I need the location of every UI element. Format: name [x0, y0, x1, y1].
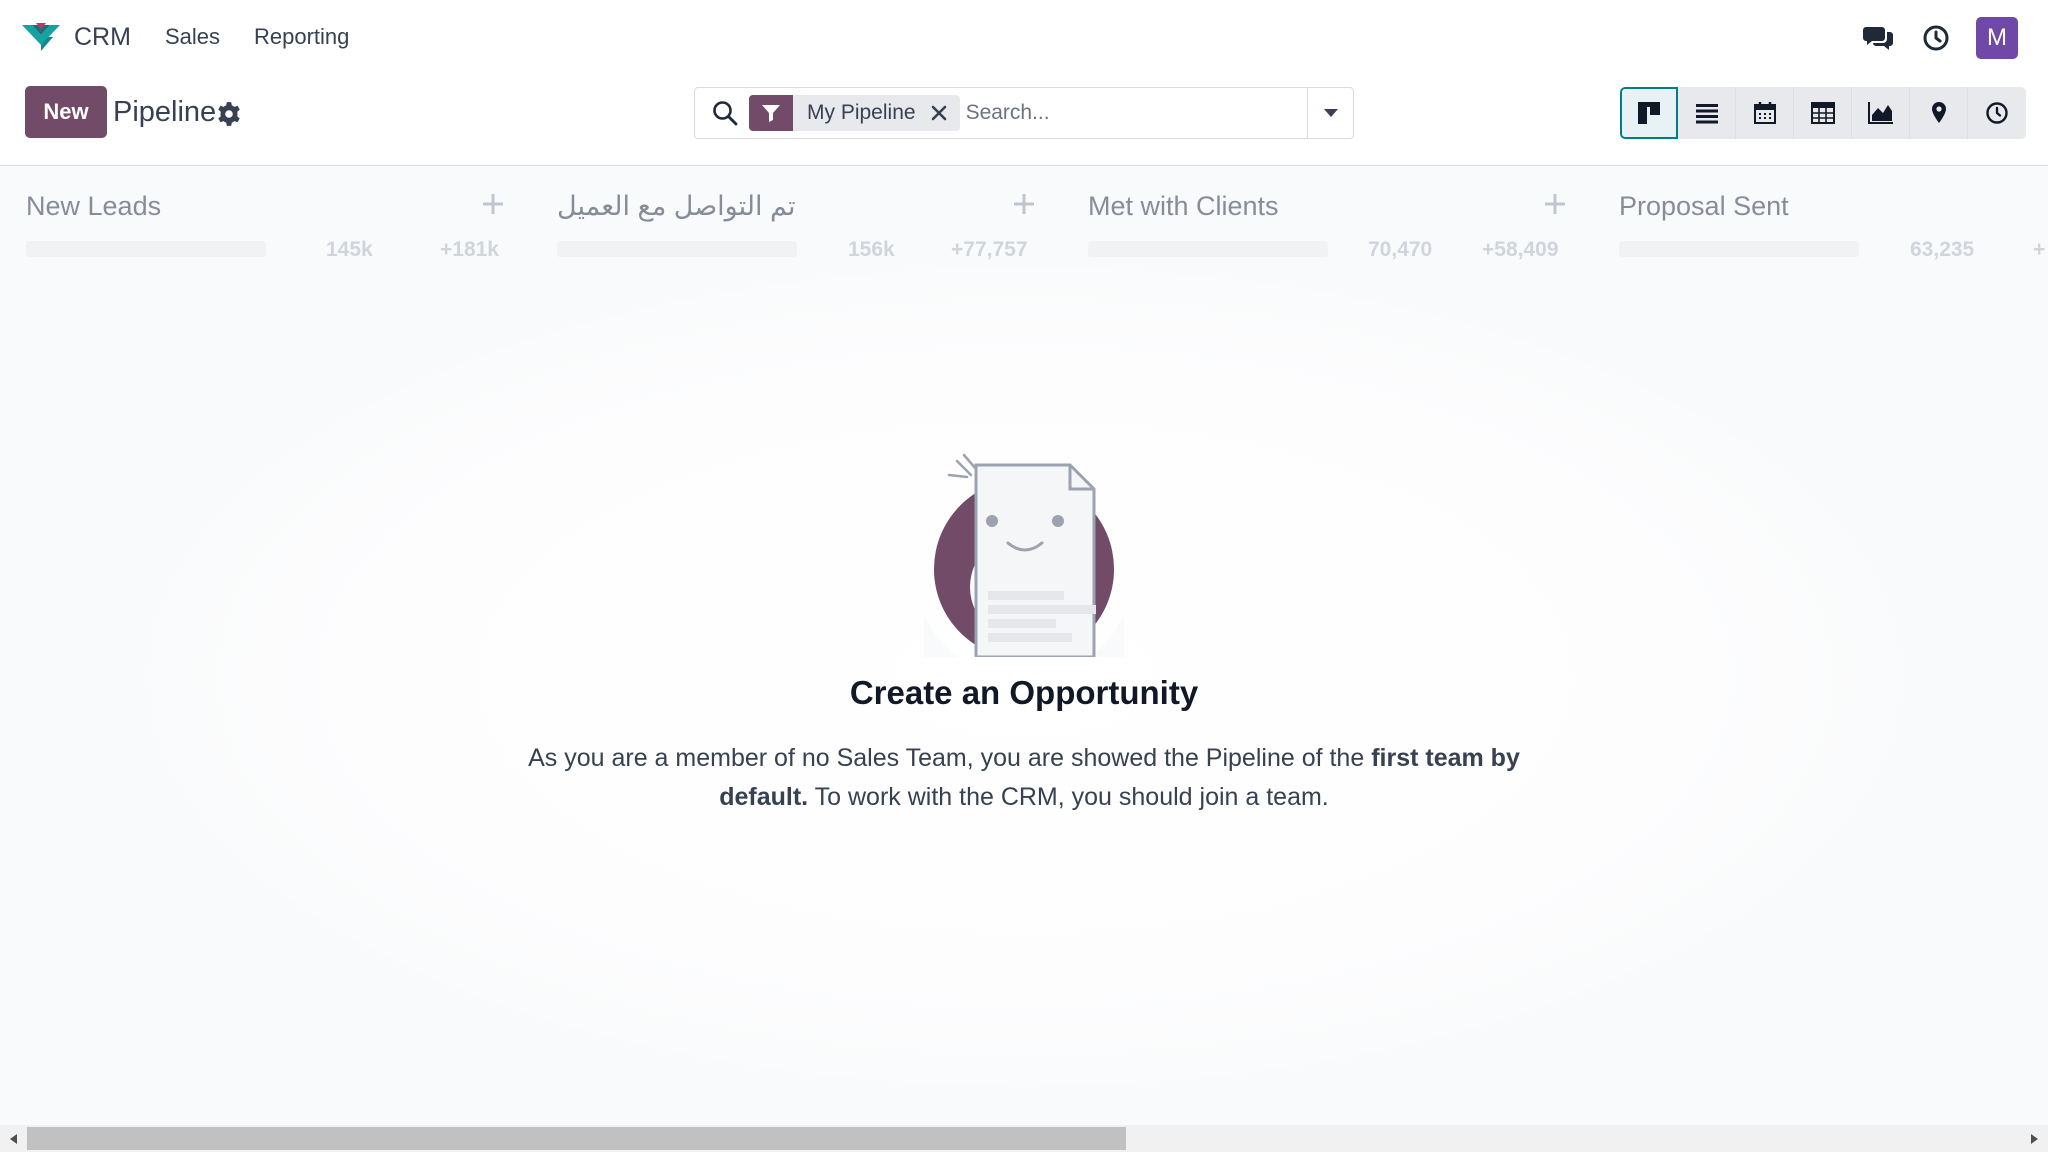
close-icon[interactable]: [926, 100, 952, 126]
crm-logo-icon[interactable]: [20, 21, 62, 53]
table-icon: [1810, 102, 1835, 124]
nav-sales[interactable]: Sales: [165, 24, 220, 50]
progress-bar: [26, 241, 266, 257]
control-panel: New Pipeline My Pipeline: [0, 74, 2048, 166]
area-chart-icon: [1867, 102, 1893, 124]
plus-icon[interactable]: [1011, 191, 1037, 217]
kanban-column-met-clients: Met with Clients 70,470 +58,409: [1062, 167, 1568, 287]
empty-state-title: Create an Opportunity: [849, 674, 1199, 711]
search-facet: My Pipeline: [749, 95, 960, 131]
column-extra: +181k: [440, 238, 499, 261]
kanban-column-proposal-sent: Proposal Sent 63,235 +: [1593, 167, 2048, 287]
app-name[interactable]: CRM: [74, 23, 131, 52]
filter-icon: [749, 95, 793, 131]
kanban-icon: [1638, 102, 1660, 124]
kanban-column-new-leads: New Leads 145k +181k: [0, 167, 506, 287]
empty-text-part2: To work with the CRM, you should join a …: [808, 783, 1329, 811]
column-extra: +77,757: [951, 238, 1028, 261]
scrollbar-thumb[interactable]: [27, 1127, 1126, 1150]
plus-icon[interactable]: [1542, 191, 1568, 217]
map-pin-icon: [1931, 102, 1946, 123]
calendar-icon: [1753, 102, 1776, 124]
kanban-board: New Leads 145k +181k تم التواصل مع العمي…: [0, 167, 2048, 1125]
scroll-right-icon[interactable]: [2025, 1129, 2043, 1149]
navbar-systray: M: [1860, 17, 2018, 59]
list-icon: [1695, 104, 1718, 124]
nav-reporting[interactable]: Reporting: [254, 24, 349, 50]
view-pivot[interactable]: [1794, 87, 1852, 139]
clock-icon: [1986, 102, 2008, 124]
document-smile-illustration: [924, 453, 1124, 657]
view-graph[interactable]: [1852, 87, 1910, 139]
column-sum: 156k: [848, 238, 895, 261]
clock-icon[interactable]: [1918, 20, 1954, 56]
user-avatar[interactable]: M: [1976, 17, 2018, 59]
column-sum: 63,235: [1910, 238, 1975, 261]
page-title[interactable]: Pipeline: [113, 96, 216, 129]
column-extra: +: [2033, 238, 2046, 261]
top-navbar: CRM Sales Reporting M: [0, 0, 2048, 74]
search-options-toggle[interactable]: [1307, 88, 1353, 138]
view-map[interactable]: [1910, 87, 1968, 139]
new-button[interactable]: New: [25, 86, 107, 138]
chat-icon[interactable]: [1860, 20, 1896, 56]
progress-bar: [1619, 241, 1859, 257]
column-sum: 145k: [326, 238, 373, 261]
search-bar: My Pipeline: [694, 87, 1354, 139]
column-title[interactable]: Met with Clients: [1088, 191, 1279, 222]
column-sum: 70,470: [1368, 238, 1433, 261]
empty-text-part1: As you are a member of no Sales Team, yo…: [528, 744, 1372, 772]
view-list[interactable]: [1678, 87, 1736, 139]
progress-bar: [1088, 241, 1328, 257]
search-input[interactable]: [965, 93, 1307, 133]
view-switcher: [1620, 87, 2026, 139]
view-activity[interactable]: [1968, 87, 2026, 139]
empty-state-text: As you are a member of no Sales Team, yo…: [524, 739, 1524, 817]
plus-icon[interactable]: [480, 191, 506, 217]
facet-label: My Pipeline: [807, 101, 916, 124]
search-icon[interactable]: [711, 99, 739, 127]
column-title[interactable]: Proposal Sent: [1619, 191, 1789, 222]
column-extra: +58,409: [1482, 238, 1559, 261]
view-kanban[interactable]: [1620, 87, 1678, 139]
gear-icon[interactable]: [216, 101, 242, 127]
kanban-column-contacted: تم التواصل مع العميل 156k +77,757: [531, 167, 1037, 287]
column-title[interactable]: New Leads: [26, 191, 161, 222]
column-title[interactable]: تم التواصل مع العميل: [557, 191, 795, 222]
progress-bar: [557, 241, 797, 257]
scroll-left-icon[interactable]: [5, 1129, 23, 1149]
horizontal-scrollbar[interactable]: [0, 1125, 2048, 1152]
caret-down-icon: [1323, 109, 1338, 117]
view-calendar[interactable]: [1736, 87, 1794, 139]
